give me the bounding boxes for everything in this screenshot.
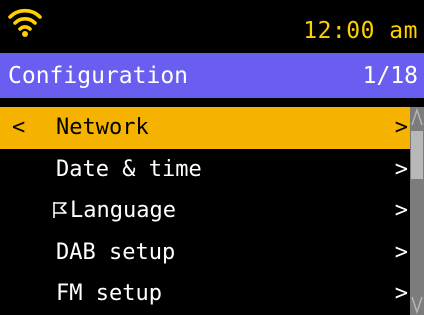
scroll-down-icon[interactable] xyxy=(410,295,424,315)
scrollbar-thumb[interactable] xyxy=(411,131,423,179)
chevron-right-icon: > xyxy=(394,115,408,140)
menu-item-language[interactable]: Language > xyxy=(0,190,410,232)
menu-item-network[interactable]: < Network > xyxy=(0,107,410,149)
menu-list: < Network > Date & time > Language > DAB… xyxy=(0,107,410,315)
page-title: Configuration xyxy=(8,63,189,89)
menu-item-label: Network xyxy=(56,115,149,140)
flag-icon xyxy=(53,202,67,218)
status-bar: 12:00 am xyxy=(0,0,424,52)
menu-item-dab-setup[interactable]: DAB setup > xyxy=(0,232,410,274)
chevron-right-icon: > xyxy=(394,281,408,306)
wifi-icon xyxy=(8,8,42,37)
menu-item-label: FM setup xyxy=(56,281,162,306)
menu-item-label-wrap: Language xyxy=(52,196,176,226)
page-indicator: 1/18 xyxy=(362,63,418,89)
menu-item-fm-setup[interactable]: FM setup > xyxy=(0,273,410,315)
chevron-right-icon: > xyxy=(394,156,408,182)
chevron-right-icon: > xyxy=(394,198,408,223)
menu-item-label: Language xyxy=(70,198,176,223)
menu-item-label: DAB setup xyxy=(56,239,176,265)
menu-item-date-time[interactable]: Date & time > xyxy=(0,149,410,191)
chevron-right-icon: > xyxy=(394,239,408,265)
radio-screen: 12:00 am Configuration 1/18 < Network > … xyxy=(0,0,424,315)
clock: 12:00 am xyxy=(303,18,418,44)
scroll-up-icon[interactable] xyxy=(410,107,424,127)
back-chevron-icon[interactable]: < xyxy=(12,113,25,143)
scrollbar[interactable] xyxy=(410,107,424,315)
title-bar: Configuration 1/18 xyxy=(0,53,424,98)
menu-item-label: Date & time xyxy=(56,156,202,182)
